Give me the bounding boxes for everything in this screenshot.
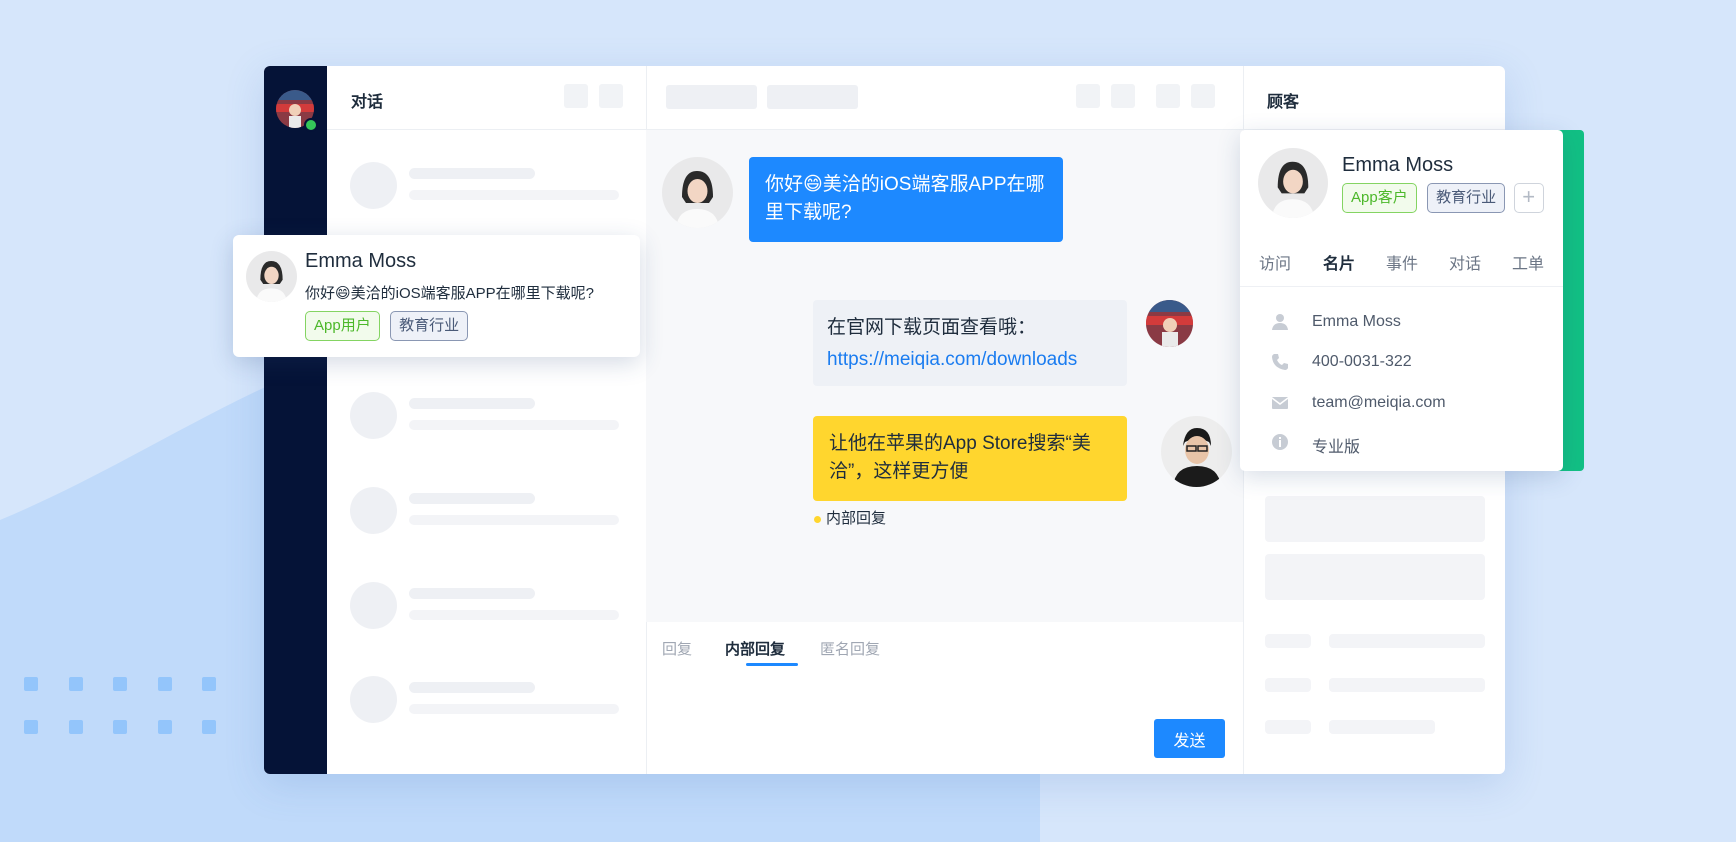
mail-icon <box>1271 397 1289 409</box>
internal-message-bubble: 让他在苹果的App Store搜索“美洽”，这样更方便 <box>813 416 1127 501</box>
customer-message-bubble: 你好😄美洽的iOS端客服APP在哪里下载呢? <box>749 157 1063 242</box>
chat-header-placeholder <box>666 85 757 109</box>
add-tag-button[interactable]: + <box>1513 183 1544 213</box>
notification-message: 你好😄美洽的iOS端客服APP在哪里下载呢? <box>305 285 595 302</box>
info-icon <box>1272 434 1288 450</box>
chat-panel: 你好😄美洽的iOS端客服APP在哪里下载呢? 在官网下载页面查看哦： https… <box>646 66 1244 774</box>
tab-card[interactable]: 名片 <box>1323 250 1355 274</box>
customer-column-title: 顾客 <box>1267 94 1300 111</box>
list-item[interactable] <box>350 582 620 632</box>
tag-education: 教育行业 <box>1427 183 1506 214</box>
tag-app-user: App用户 <box>305 311 380 341</box>
tab-internal-reply[interactable]: 内部回复 <box>725 638 785 659</box>
toolbar-icon[interactable] <box>1111 84 1135 108</box>
info-name-value: Emma Moss <box>1312 313 1401 330</box>
send-button[interactable]: 发送 <box>1154 719 1225 758</box>
list-item[interactable] <box>350 392 620 442</box>
chat-header <box>646 66 1243 130</box>
skeleton-block <box>1265 678 1311 692</box>
internal-reply-label: 内部回复 <box>814 507 886 528</box>
conversation-list-title: 对话 <box>351 94 384 111</box>
customer-header: 顾客 <box>1243 66 1505 130</box>
customer-info-card: Emma Moss App客户 教育行业 + 访问 名片 事件 对话 工单 Em… <box>1240 130 1563 471</box>
tab-visits[interactable]: 访问 <box>1259 250 1291 274</box>
tag-app-customer: App客户 <box>1342 183 1417 214</box>
skeleton-block <box>1329 634 1485 648</box>
info-email-value: team@meiqia.com <box>1312 394 1446 411</box>
person-icon <box>1272 314 1288 330</box>
skeleton-block <box>1265 720 1311 734</box>
list-item[interactable] <box>350 676 620 726</box>
agent-message-text: 在官网下载页面查看哦： <box>827 317 1037 338</box>
tab-conversations[interactable]: 对话 <box>1449 250 1481 274</box>
tab-events[interactable]: 事件 <box>1386 250 1418 274</box>
download-link[interactable]: https://meiqia.com/downloads <box>827 344 1113 376</box>
internal-reply-text: 内部回复 <box>826 510 887 527</box>
info-phone-value: 400-0031-322 <box>1312 353 1412 370</box>
online-status-dot <box>304 118 318 132</box>
customer-tabs: 访问 名片 事件 对话 工单 <box>1240 250 1563 287</box>
more-icon[interactable] <box>599 84 623 108</box>
skeleton-block <box>1329 720 1435 734</box>
customer-avatar <box>246 251 297 302</box>
internal-dot <box>814 515 821 523</box>
tab-tickets[interactable]: 工单 <box>1512 250 1544 274</box>
nav-rail <box>264 66 327 774</box>
skeleton-block <box>1265 634 1311 648</box>
phone-icon <box>1272 354 1288 370</box>
conversation-list-header: 对话 <box>327 66 646 130</box>
customer-avatar <box>662 157 733 228</box>
customer-name: Emma Moss <box>1342 154 1454 176</box>
colleague-avatar <box>1161 416 1232 487</box>
info-plan-value: 专业版 <box>1312 439 1361 456</box>
notification-customer-name: Emma Moss <box>305 250 417 272</box>
conversation-list: 对话 <box>327 66 647 774</box>
filter-icon[interactable] <box>564 84 588 108</box>
skeleton-block <box>1265 554 1485 600</box>
conversation-notification-card[interactable]: Emma Moss 你好😄美洽的iOS端客服APP在哪里下载呢? App用户 教… <box>233 235 640 357</box>
customer-avatar <box>1258 148 1328 218</box>
chat-header-placeholder <box>767 85 858 109</box>
list-item[interactable] <box>350 487 620 537</box>
tab-anonymous-reply[interactable]: 匿名回复 <box>820 638 880 659</box>
toolbar-icon[interactable] <box>1191 84 1215 108</box>
agent-avatar <box>1146 300 1193 347</box>
toolbar-icon[interactable] <box>1076 84 1100 108</box>
skeleton-block <box>1265 496 1485 542</box>
toolbar-icon[interactable] <box>1156 84 1180 108</box>
active-tab-indicator <box>746 663 798 666</box>
skeleton-block <box>1329 678 1485 692</box>
agent-message-bubble: 在官网下载页面查看哦： https://meiqia.com/downloads <box>813 300 1127 386</box>
tag-education: 教育行业 <box>390 311 469 341</box>
list-item[interactable] <box>350 162 620 212</box>
tab-reply[interactable]: 回复 <box>662 638 692 659</box>
